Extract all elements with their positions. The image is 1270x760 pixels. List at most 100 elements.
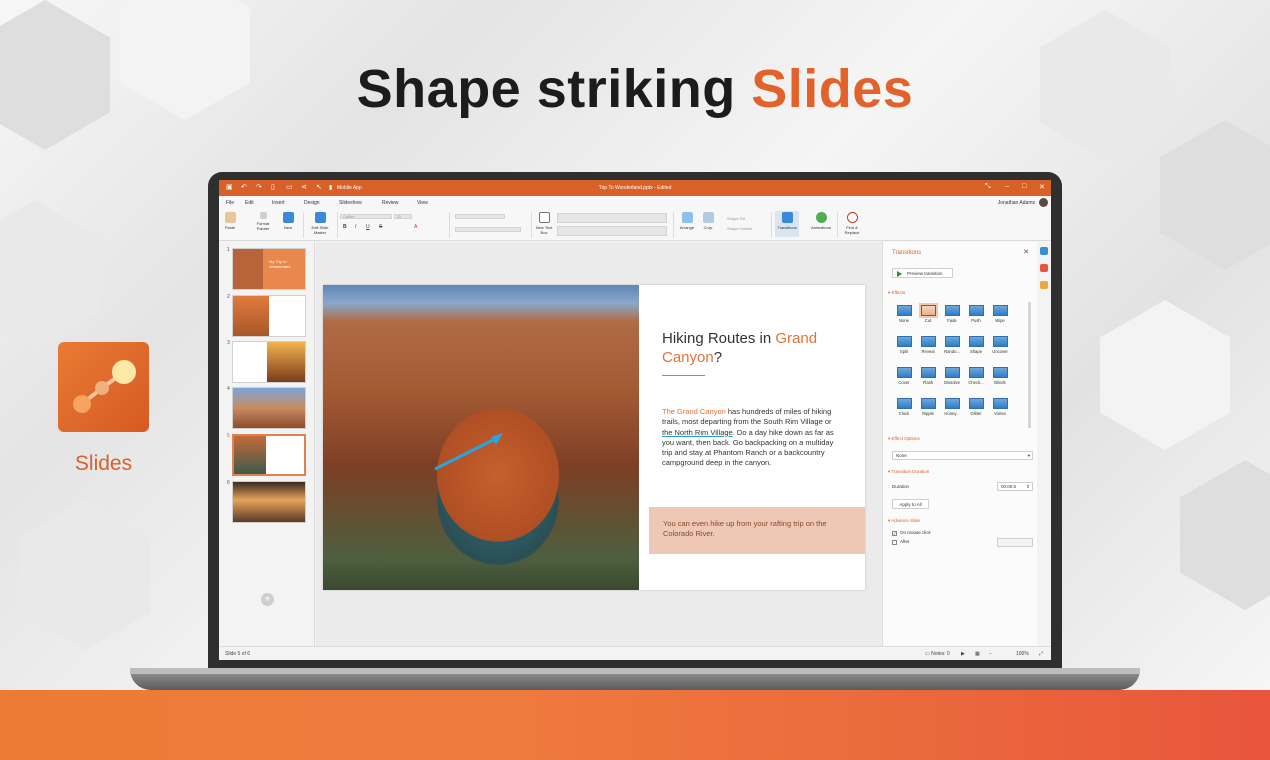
effect-preview-icon	[968, 305, 984, 316]
effect-preview-icon	[918, 303, 938, 318]
effect-options-select[interactable]: None ▾	[892, 451, 1033, 460]
effect-push-option[interactable]: Push	[965, 305, 987, 323]
apply-to-all-button[interactable]: Apply to All	[892, 499, 929, 509]
shape-fill-button[interactable]: Shape Fill	[727, 216, 745, 221]
effect-reveal-option[interactable]: Reveal	[917, 336, 939, 354]
format-painter-button[interactable]: Format Painter	[253, 212, 273, 231]
effect-check-option[interactable]: Check...	[965, 367, 987, 385]
crop-button[interactable]: Crop	[700, 212, 716, 230]
effect-vortex-option[interactable]: Vortex	[989, 398, 1011, 416]
effect-dissolve-option[interactable]: Dissolve	[941, 367, 963, 385]
menu-edit[interactable]: Edit	[245, 200, 254, 206]
zoom-out-icon[interactable]: −	[989, 651, 992, 657]
font-name-select[interactable]: Calibri	[340, 214, 392, 219]
new-slide-button[interactable]: New	[279, 212, 297, 230]
effect-honey-option[interactable]: Honey...	[941, 398, 963, 416]
effect-preview-icon	[992, 367, 1008, 378]
arrange-button[interactable]: Arrange	[677, 212, 697, 230]
paste-button[interactable]: Paste	[223, 212, 237, 230]
transitions-side-icon[interactable]	[1040, 247, 1048, 255]
effects-scrollbar[interactable]	[1028, 302, 1031, 428]
transitions-button[interactable]: Transitions	[775, 211, 799, 237]
close-icon[interactable]: ✕	[1039, 183, 1045, 191]
find-replace-button[interactable]: Find & Replace	[839, 212, 865, 235]
current-slide[interactable]: Hiking Routes in Grand Canyon? The Grand…	[323, 285, 865, 590]
slide-thumbnails-pane: 1 My Trip to Wonderland 2 3 4 5 6 +	[219, 242, 315, 646]
fullscreen-icon[interactable]: ⤡	[985, 183, 991, 191]
status-bar: Slide 5 of 6 ▭ Notes: 0 ▶ ▦ − 100% ⤢	[219, 646, 1051, 660]
effect-split-option[interactable]: Split	[893, 336, 915, 354]
duration-section-label: ▾ Transition Duration	[888, 469, 930, 474]
bold-icon[interactable]: B	[343, 224, 347, 230]
effect-fade-option[interactable]: Fade	[941, 305, 963, 323]
fit-icon[interactable]: ⤢	[1039, 651, 1043, 657]
slide-thumbnail-2[interactable]	[232, 295, 306, 337]
menu-file[interactable]: File	[226, 200, 234, 206]
paste-icon	[224, 212, 236, 223]
callout-box[interactable]: You can even hike up from your rafting t…	[649, 507, 865, 554]
effect-clock-option[interactable]: Clock	[893, 398, 915, 416]
thumb-number: 5	[227, 433, 230, 439]
strikethrough-icon[interactable]: S	[379, 224, 382, 230]
new-text-box-button[interactable]: New Text Box	[534, 212, 554, 235]
effect-wipe-option[interactable]: Wipe	[989, 305, 1011, 323]
italic-icon[interactable]: I	[355, 224, 356, 230]
effect-preview-icon	[896, 398, 912, 409]
effect-label: Clock	[898, 411, 910, 416]
grid-view-icon[interactable]: ▦	[975, 651, 980, 657]
slide-body-text[interactable]: The Grand Canyon has hundreds of miles o…	[662, 407, 842, 469]
slide-title[interactable]: Hiking Routes in Grand Canyon?	[662, 329, 852, 367]
text-color-icon[interactable]: A	[414, 224, 417, 230]
animations-button[interactable]: Animations	[808, 212, 834, 230]
zoom-level[interactable]: 100%	[1016, 651, 1029, 657]
underline-icon[interactable]: U	[366, 224, 370, 230]
effect-uncover-option[interactable]: Uncover	[989, 336, 1011, 354]
menu-slideshow[interactable]: Slideshow	[339, 200, 362, 206]
menu-review[interactable]: Review	[382, 200, 398, 206]
menu-view[interactable]: View	[417, 200, 428, 206]
duration-label: Duration	[892, 484, 910, 489]
slide-thumbnail-4[interactable]	[232, 387, 306, 429]
notes-button[interactable]: ▭ Notes: 0	[925, 651, 950, 657]
slide-canvas: Hiking Routes in Grand Canyon? The Grand…	[316, 242, 882, 646]
minimize-icon[interactable]: –	[1005, 183, 1009, 190]
effect-flash-option[interactable]: Flash	[917, 367, 939, 385]
effect-cover-option[interactable]: Cover	[893, 367, 915, 385]
duration-stepper[interactable]: 00:00.5 ⇕	[997, 482, 1033, 491]
close-icon[interactable]: ✕	[1023, 248, 1029, 256]
animation-side-icon[interactable]	[1040, 264, 1048, 272]
shape-outline-button[interactable]: Shape Outline	[727, 226, 752, 231]
preview-transition-button[interactable]: Preview transition	[892, 268, 953, 278]
effect-label: Vortex	[994, 411, 1006, 416]
slide-thumbnail-3[interactable]	[232, 341, 306, 383]
menu-insert[interactable]: Insert	[272, 200, 285, 206]
shapes-gallery[interactable]	[557, 213, 667, 223]
paragraph-tools[interactable]	[455, 214, 505, 219]
maximize-icon[interactable]: □	[1022, 183, 1026, 190]
avatar[interactable]	[1039, 198, 1048, 207]
menu-design[interactable]: Design	[304, 200, 320, 206]
after-time-stepper[interactable]	[997, 538, 1033, 547]
edit-slide-master-button[interactable]: Edit Slide Master	[307, 212, 333, 235]
effect-glitter-option[interactable]: Glitter	[965, 398, 987, 416]
slide-thumbnail-6[interactable]	[232, 481, 306, 523]
on-click-checkbox[interactable]: ✓	[892, 531, 897, 536]
effect-blinds-option[interactable]: Blinds	[989, 367, 1011, 385]
add-slide-button[interactable]: +	[261, 593, 274, 606]
comment-side-icon[interactable]	[1040, 281, 1048, 289]
effect-label: Blinds	[994, 380, 1006, 385]
connectors-gallery[interactable]	[557, 226, 667, 236]
alignment-tools[interactable]	[455, 227, 521, 232]
slide-thumbnail-5[interactable]	[232, 434, 306, 476]
grand-canyon-photo[interactable]	[323, 285, 639, 590]
effect-rando-option[interactable]: Rando...	[941, 336, 963, 354]
effect-ripple-option[interactable]: Ripple	[917, 398, 939, 416]
effect-cut-option[interactable]: Cut	[917, 303, 939, 323]
effect-none-option[interactable]: None	[893, 305, 915, 323]
user-name[interactable]: Jonathan Adams	[998, 200, 1035, 206]
font-size-select[interactable]: 11	[394, 214, 412, 219]
slide-thumbnail-1[interactable]: My Trip to Wonderland	[232, 248, 306, 290]
effect-shape-option[interactable]: Shape	[965, 336, 987, 354]
play-slideshow-icon[interactable]: ▶	[961, 651, 965, 657]
after-checkbox[interactable]	[892, 540, 897, 545]
